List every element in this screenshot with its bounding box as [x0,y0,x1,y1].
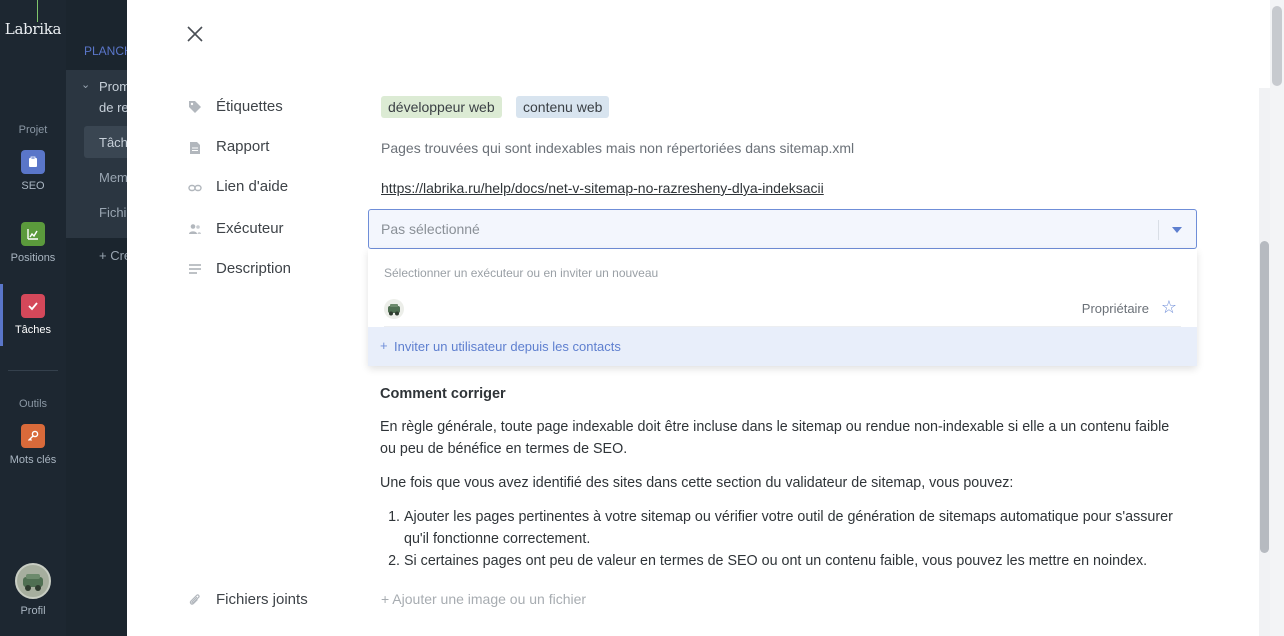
logo-accent [37,0,38,22]
sidebar-group-title[interactable]: Prom [99,79,127,94]
rail-item-label: Mots clés [9,454,57,466]
app-rail: Labrika Projet SEO Positions Tâches Outi… [0,0,66,636]
user-avatar [384,299,404,319]
profile-label: Profil [20,605,46,617]
report-label: Rapport [216,138,270,155]
chart-icon [21,222,45,246]
rail-item-profile[interactable]: Profil [0,605,66,617]
tag-chip[interactable]: développeur web [381,96,502,118]
invite-user-option[interactable]: + Inviter un utilisateur depuis les cont… [368,327,1197,366]
rail-item-label: Tâches [14,324,52,336]
executor-label: Exécuteur [216,220,284,237]
tags-label: Étiquettes [216,98,283,115]
users-icon [188,222,202,236]
rail-item-keywords[interactable]: Mots clés [0,424,66,466]
rail-item-positions[interactable]: Positions [0,222,66,264]
list-item: Ajouter les pages pertinentes à votre si… [404,506,1180,550]
invite-user-label: Inviter un utilisateur depuis les contac… [394,339,621,354]
executor-placeholder: Pas sélectionné [381,221,480,237]
tag-chip[interactable]: contenu web [516,96,610,118]
section-label-tools: Outils [18,398,48,410]
sidebar-group-title-2: de re [99,100,127,115]
clipboard-icon [21,150,45,174]
plus-icon: + [380,338,388,353]
description-content[interactable]: Comment corriger En règle générale, tout… [380,383,1180,572]
help-link[interactable]: https://labrika.ru/help/docs/net-v-sitem… [381,180,824,196]
dropdown-user-option[interactable]: Propriétaire ☆ [384,293,1181,327]
add-file-button[interactable]: + Ajouter une image ou un fichier [381,591,586,607]
inner-scrollbar-thumb[interactable] [1260,241,1269,553]
chevron-down-icon[interactable]: ⌄ [81,78,90,91]
rail-item-tasks[interactable]: Tâches [0,294,66,336]
chevron-down-icon[interactable] [1172,227,1182,233]
description-heading: Comment corriger [380,386,506,402]
help-link-label: Lien d'aide [216,178,289,195]
description-label: Description [216,260,292,277]
rail-divider [8,370,58,371]
sidebar-item-files[interactable]: Fichi [99,205,126,220]
rail-item-label: SEO [21,180,45,192]
text-lines-icon [188,262,202,276]
close-icon[interactable] [185,24,205,44]
list-item: Si certaines pages ont peu de valeur en … [404,550,1180,572]
paperclip-icon [188,593,202,607]
tag-icon [188,100,202,114]
user-role: Propriétaire [1081,301,1149,316]
profile-avatar[interactable] [15,563,51,599]
key-icon [21,424,45,448]
secondary-sidebar: PLANCH ⌄ Prom de re Tâch Mem Fichi + Cre [66,0,127,636]
rail-item-label: Positions [10,252,56,264]
executor-select[interactable]: Pas sélectionné [368,209,1197,249]
description-paragraph: Une fois que vous avez identifié des sit… [380,475,1014,491]
star-icon[interactable]: ☆ [1161,298,1177,316]
sidebar-heading: PLANCH [84,44,127,58]
section-label-project: Projet [18,124,48,136]
sidebar-item-tasks[interactable]: Tâch [99,135,127,150]
dropdown-hint: Sélectionner un exécuteur ou en inviter … [384,266,659,280]
document-icon [188,141,202,155]
rail-item-seo[interactable]: SEO [0,150,66,192]
page-scrollbar-track[interactable] [1270,0,1284,636]
executor-dropdown: Sélectionner un exécuteur ou en inviter … [368,249,1197,366]
check-icon [21,294,45,318]
link-icon [188,181,202,195]
sidebar-create[interactable]: + Cre [99,248,127,263]
app-logo[interactable]: Labrika [0,20,66,38]
report-value: Pages trouvées qui sont indexables mais … [381,140,855,156]
page-scrollbar-thumb[interactable] [1272,6,1282,86]
task-modal: Étiquettes développeur web contenu web R… [127,0,1284,636]
select-separator [1158,220,1159,240]
description-list: Ajouter les pages pertinentes à votre si… [380,506,1180,572]
description-paragraph: En règle générale, toute page indexable … [380,419,1170,457]
sidebar-item-members[interactable]: Mem [99,170,127,185]
attachments-label: Fichiers joints [216,591,308,608]
